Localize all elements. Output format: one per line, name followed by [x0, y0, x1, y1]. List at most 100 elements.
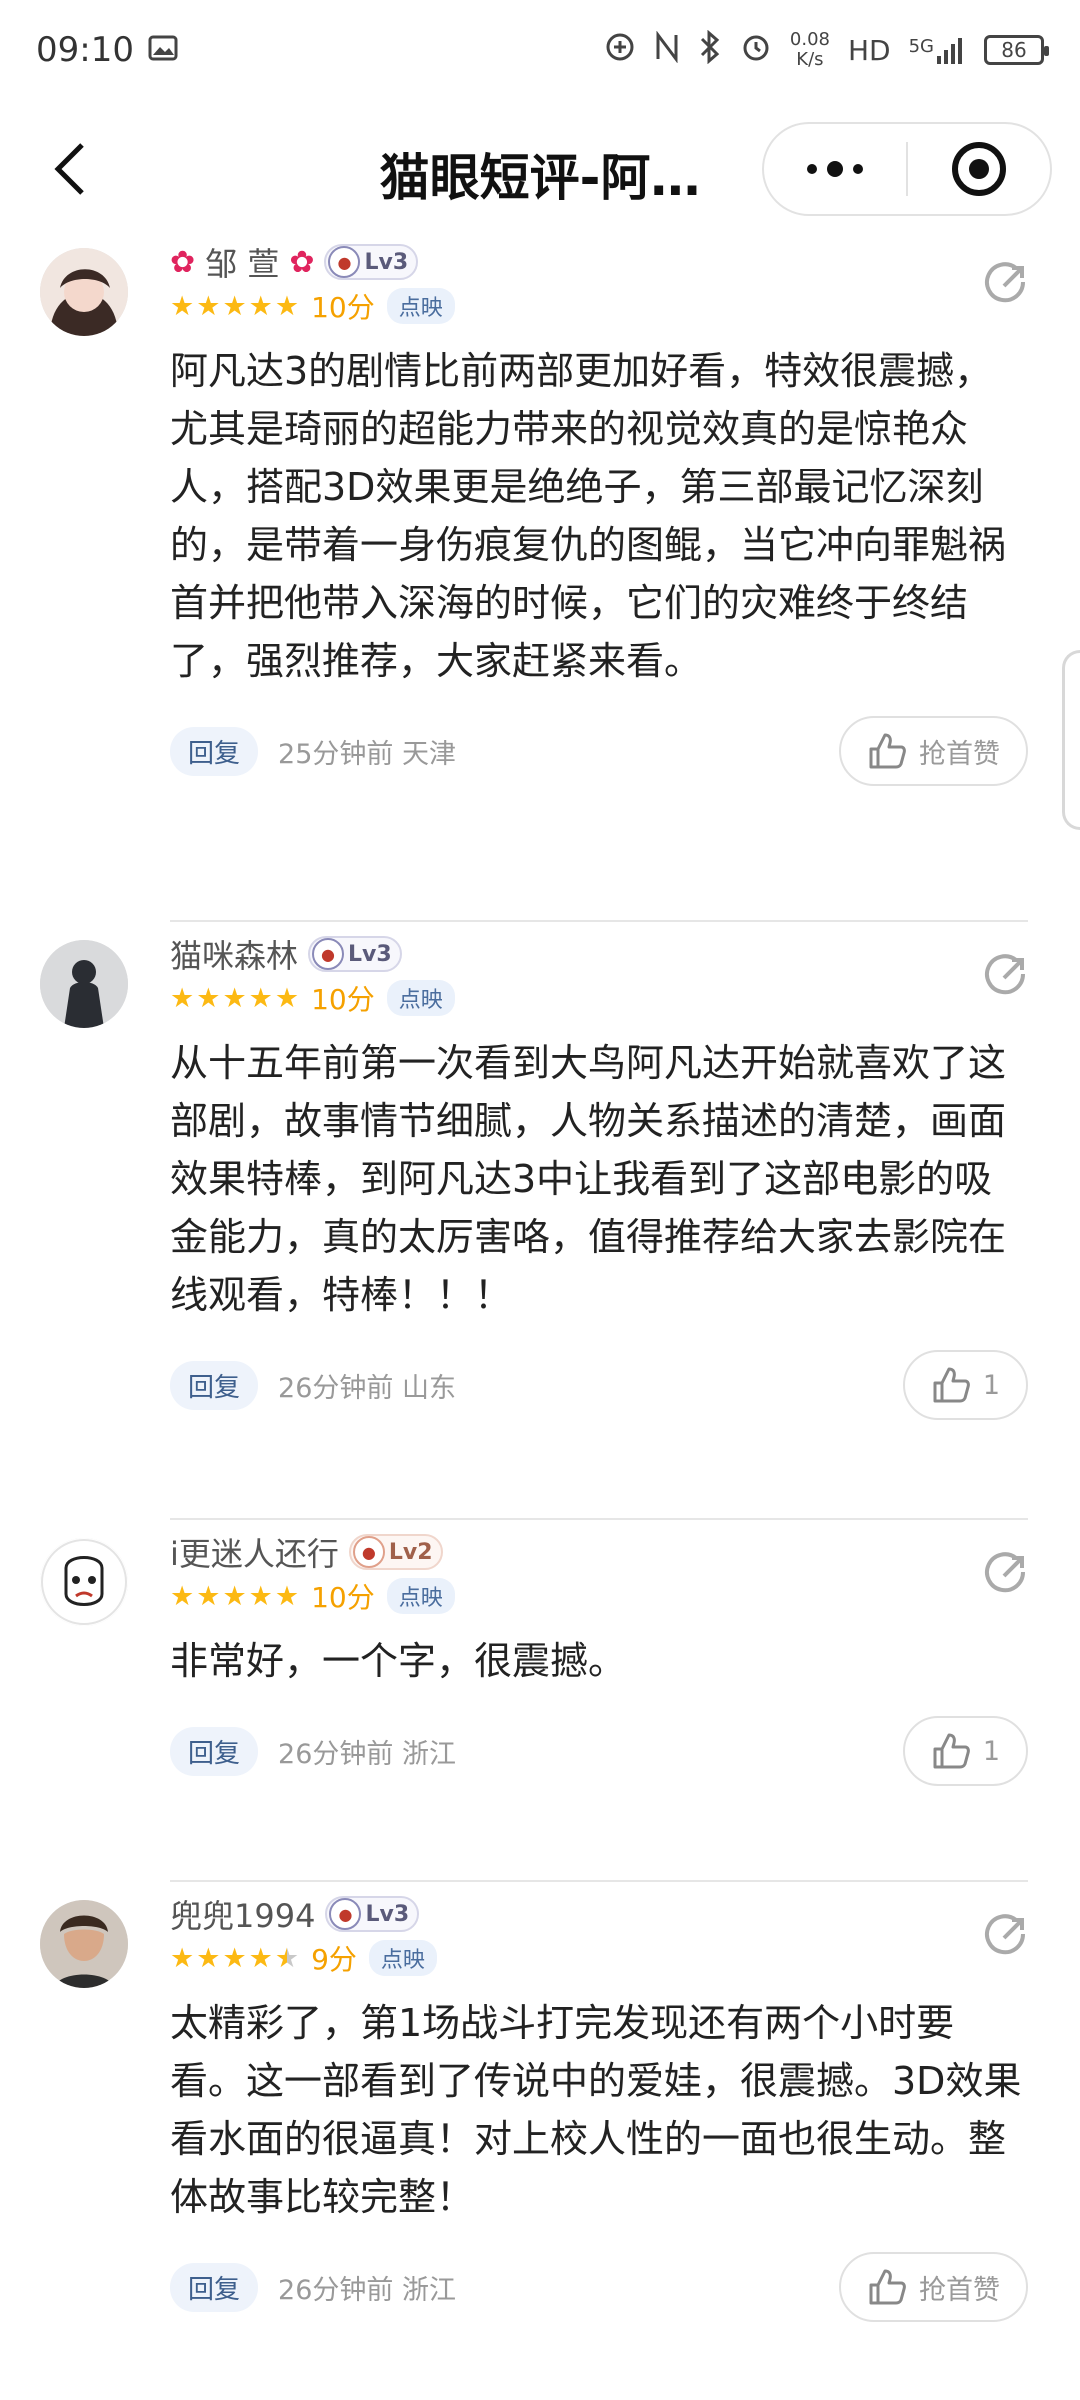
like-button[interactable]: 1	[902, 1716, 1028, 1786]
score: 10分	[311, 291, 375, 324]
screening-tag: 点映	[386, 288, 455, 324]
score: 10分	[311, 983, 375, 1016]
level-badge: ● Lv3	[325, 1896, 420, 1932]
like-button[interactable]: 抢首赞	[839, 2252, 1028, 2322]
star-icon: ★	[222, 982, 247, 1014]
level-face-icon: ●	[329, 1898, 362, 1930]
network-label: 5G	[908, 36, 934, 57]
more-button[interactable]	[764, 124, 906, 214]
review-meta: 25分钟前 天津	[278, 738, 456, 770]
user-name[interactable]: 邹 萱	[205, 239, 279, 285]
data-saver-icon	[604, 31, 636, 70]
share-button[interactable]	[980, 952, 1030, 1002]
like-label: 抢首赞	[919, 738, 1000, 770]
net-speed: 0.08 K/s	[790, 30, 830, 70]
level-label: Lv3	[348, 941, 392, 967]
user-name[interactable]: 猫咪森林	[170, 931, 298, 977]
star-icon: ★	[196, 290, 221, 322]
screening-tag: 点映	[386, 980, 455, 1016]
user-name[interactable]: 兜兜1994	[170, 1891, 315, 1937]
avatar[interactable]	[40, 1538, 128, 1626]
like-button[interactable]: 抢首赞	[839, 716, 1028, 786]
flower-icon: ✿	[289, 244, 315, 280]
alarm-icon	[740, 31, 772, 70]
bluetooth-icon	[698, 29, 722, 71]
score: 9分	[311, 1943, 357, 1976]
review-item: i更迷人还行 ● Lv2 ★ ★ ★ ★ ★ 10分 点映 非常好，一个字，很震撼。 回…	[0, 1520, 1080, 1880]
share-icon	[985, 262, 1026, 303]
reply-button[interactable]: 回复	[170, 1726, 259, 1776]
star-rating: ★ ★ ★ ★ ★	[170, 1583, 299, 1610]
close-mini-program-button[interactable]	[908, 124, 1050, 214]
star-icon: ★	[196, 1580, 221, 1612]
nfc-icon	[654, 30, 680, 70]
level-label: Lv2	[388, 1539, 433, 1565]
net-speed-unit: K/s	[796, 49, 824, 70]
gallery-icon	[148, 30, 178, 70]
share-icon	[985, 954, 1026, 995]
level-badge: ● Lv3	[308, 936, 402, 972]
star-icon: ★	[196, 1942, 221, 1974]
star-icon: ★	[170, 982, 195, 1014]
review-meta: 26分钟前 山东	[278, 1372, 456, 1404]
like-label: 抢首赞	[919, 2274, 1000, 2306]
reply-button[interactable]: 回复	[170, 726, 259, 776]
nav-bar: 猫眼短评-阿…	[0, 110, 1080, 230]
signal-icon: 5G	[909, 36, 966, 64]
status-bar: 09:10 0.08 K/s HD 5G 86	[0, 0, 1080, 100]
more-icon	[807, 161, 863, 177]
star-icon: ★	[248, 290, 273, 322]
user-name[interactable]: i更迷人还行	[170, 1529, 339, 1575]
like-button[interactable]: 1	[902, 1350, 1028, 1420]
screening-tag: 点映	[368, 1940, 437, 1976]
star-icon: ★	[274, 982, 300, 1014]
star-icon: ★	[222, 1580, 247, 1612]
flower-icon: ✿	[170, 244, 196, 280]
star-icon: ★	[196, 982, 221, 1014]
level-face-icon: ●	[312, 938, 345, 970]
battery-icon: 86	[984, 35, 1049, 65]
star-rating: ★ ★ ★ ★ ★	[170, 1945, 299, 1972]
status-time: 09:10	[36, 30, 134, 70]
star-icon: ★	[248, 982, 273, 1014]
reply-button[interactable]: 回复	[170, 1360, 259, 1410]
avatar[interactable]	[40, 1900, 128, 1988]
level-face-icon: ●	[328, 246, 361, 278]
avatar[interactable]	[40, 248, 128, 336]
share-button[interactable]	[980, 1912, 1030, 1962]
battery-level: 86	[1001, 38, 1027, 62]
star-icon: ★	[274, 290, 300, 322]
review-content: 阿凡达3的剧情比前两部更加好看，特效很震撼，尤其是琦丽的超能力带来的视觉效真的是…	[170, 349, 1007, 683]
screening-tag: 点映	[386, 1578, 455, 1614]
star-rating: ★ ★ ★ ★ ★	[170, 293, 299, 320]
review-item: 兜兜1994 ● Lv3 ★ ★ ★ ★ ★ 9分 点映 太精彩了，第1场战斗打完发现还…	[0, 1882, 1080, 2382]
review-list: ✿ 邹 萱 ✿ ● Lv3 ★ ★ ★ ★ ★ 10分 点映 阿凡达3的剧情比前两部更加…	[0, 230, 1080, 2382]
review-meta: 26分钟前 浙江	[278, 2274, 456, 2306]
review-item: ✿ 邹 萱 ✿ ● Lv3 ★ ★ ★ ★ ★ 10分 点映 阿凡达3的剧情比前两部更加…	[0, 230, 1080, 920]
mini-program-capsule	[762, 122, 1052, 216]
review-content: 非常好，一个字，很震撼。	[170, 1639, 627, 1683]
thumbs-up-icon	[869, 733, 906, 769]
level-face-icon: ●	[352, 1536, 385, 1568]
target-close-icon	[952, 142, 1006, 196]
thumbs-up-icon	[933, 1733, 970, 1769]
like-count: 1	[982, 1735, 1000, 1767]
level-badge: ● Lv3	[324, 244, 419, 280]
level-label: Lv3	[364, 249, 409, 275]
hd-label: HD	[847, 33, 891, 67]
level-label: Lv3	[365, 1901, 410, 1927]
star-icon: ★	[248, 1580, 273, 1612]
review-content: 太精彩了，第1场战斗打完发现还有两个小时要看。这一部看到了传说中的爱娃，很震撼。…	[170, 2001, 1022, 2219]
star-icon: ★	[222, 1942, 247, 1974]
share-button[interactable]	[980, 260, 1030, 310]
reply-button[interactable]: 回复	[170, 2262, 259, 2312]
review-item: 猫咪森林 ● Lv3 ★ ★ ★ ★ ★ 10分 点映 从十五年前第一次看到大鸟阿凡达开…	[0, 922, 1080, 1518]
thumbs-up-icon	[869, 2269, 906, 2305]
star-icon: ★	[170, 290, 195, 322]
star-icon: ★	[222, 290, 247, 322]
thumbs-up-icon	[933, 1367, 970, 1403]
avatar[interactable]	[40, 940, 128, 1028]
share-button[interactable]	[980, 1550, 1030, 1600]
review-meta: 26分钟前 浙江	[278, 1738, 456, 1770]
star-icon: ★	[248, 1942, 273, 1974]
